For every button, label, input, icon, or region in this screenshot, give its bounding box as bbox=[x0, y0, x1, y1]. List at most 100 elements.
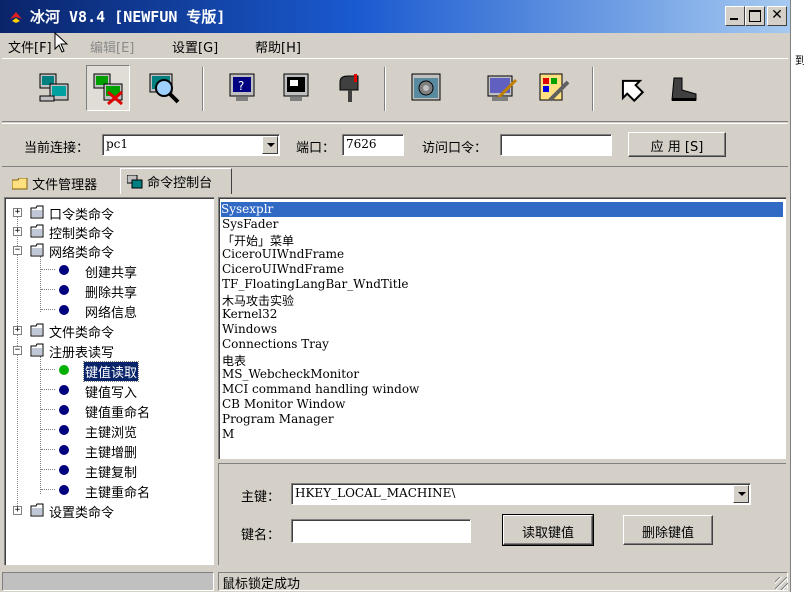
upload-icon bbox=[621, 79, 645, 103]
auto-connect-button[interactable] bbox=[32, 65, 76, 111]
port-input[interactable]: 7626 bbox=[342, 134, 404, 156]
tree-item[interactable]: 键值重命名 bbox=[41, 402, 201, 421]
disconnect-button[interactable] bbox=[86, 65, 130, 111]
upgrade-button[interactable] bbox=[608, 65, 652, 111]
list-item-selected[interactable]: Sysexplr bbox=[221, 202, 783, 217]
tree-item[interactable]: 主键增删 bbox=[41, 442, 201, 461]
command-bullet-icon bbox=[59, 425, 69, 435]
minimize-button[interactable] bbox=[725, 6, 745, 26]
tab-command-console[interactable]: 命令控制台 bbox=[120, 168, 232, 194]
list-item[interactable]: Program Manager bbox=[222, 412, 334, 427]
tree-item[interactable]: 网络信息 bbox=[41, 302, 201, 321]
list-item[interactable]: CiceroUIWndFrame bbox=[222, 247, 344, 262]
menu-file[interactable]: 文件[F] bbox=[8, 37, 52, 56]
menu-help[interactable]: 帮助[H] bbox=[255, 37, 301, 56]
key-name-input[interactable] bbox=[291, 519, 471, 543]
expand-icon[interactable]: + bbox=[13, 326, 22, 335]
resize-grip-icon[interactable] bbox=[775, 577, 788, 590]
list-item[interactable]: 「开始」菜单 bbox=[222, 232, 294, 248]
expand-icon[interactable]: + bbox=[13, 208, 22, 217]
port-value: 7626 bbox=[346, 137, 377, 151]
tree-item[interactable]: + 设置类命令 bbox=[5, 502, 205, 521]
port-label: 端口： bbox=[296, 141, 336, 156]
tree-item-label: 注册表读写 bbox=[49, 346, 115, 361]
chevron-down-icon[interactable] bbox=[262, 136, 278, 154]
password-input[interactable] bbox=[500, 134, 612, 156]
tree-item-selected[interactable]: 键值读取 bbox=[41, 361, 201, 382]
tree-item[interactable]: − 网络类命令 bbox=[5, 242, 205, 261]
menu-bar: 文件[F] 编辑[E] 设置[G] 帮助[H] bbox=[0, 34, 790, 56]
list-item[interactable]: Connections Tray bbox=[222, 337, 329, 352]
registry-panel: 主键： HKEY_LOCAL_MACHINE\ 键名： 读取键值 删除键值 bbox=[218, 463, 786, 565]
command-tree[interactable]: + 口令类命令 + 控制类命令 − 网络类命令 创建共享 删除共享 网络信息 +… bbox=[4, 197, 214, 565]
tree-line bbox=[41, 269, 55, 270]
current-connection-label: 当前连接： bbox=[24, 141, 90, 156]
command-bullet-icon bbox=[59, 385, 69, 395]
list-item[interactable]: 木马攻击实验 bbox=[222, 292, 294, 308]
delete-value-button[interactable]: 删除键值 bbox=[623, 515, 713, 545]
menu-edit[interactable]: 编辑[E] bbox=[90, 37, 134, 56]
tree-item[interactable]: − 注册表读写 bbox=[5, 342, 205, 361]
folder-icon bbox=[30, 224, 44, 238]
list-item[interactable]: CB Monitor Window bbox=[222, 397, 345, 412]
screen-control-button[interactable] bbox=[274, 65, 318, 111]
apply-button[interactable]: 应 用 [S] bbox=[628, 132, 726, 157]
search-host-button[interactable] bbox=[142, 65, 186, 111]
screen-capture-button[interactable]: ? bbox=[220, 65, 264, 111]
tree-item[interactable]: 主键复制 bbox=[41, 462, 201, 481]
read-value-button[interactable]: 读取键值 bbox=[502, 514, 594, 546]
list-item[interactable]: MCI command handling window bbox=[222, 382, 419, 397]
maximize-button[interactable] bbox=[745, 6, 765, 26]
tree-item[interactable]: 删除共享 bbox=[41, 282, 201, 301]
tree-item-label: 主键浏览 bbox=[85, 426, 138, 441]
tree-item[interactable]: 创建共享 bbox=[41, 262, 201, 281]
tab-file-manager[interactable]: 文件管理器 bbox=[8, 170, 120, 193]
tree-line bbox=[41, 389, 55, 390]
exit-button[interactable] bbox=[662, 65, 706, 111]
main-window: 冰河 V8.4 [NEWFUN 专版] ✕ 文件[F] 编辑[E] 设置[G] … bbox=[0, 0, 790, 592]
title-bar[interactable]: 冰河 V8.4 [NEWFUN 专版] ✕ bbox=[0, 0, 790, 33]
folder-open-icon bbox=[30, 243, 44, 257]
close-icon: ✕ bbox=[771, 7, 783, 23]
tree-item-label: 主键重命名 bbox=[85, 486, 151, 501]
expand-icon[interactable]: + bbox=[13, 227, 22, 236]
list-item[interactable]: 电表 bbox=[222, 352, 246, 368]
list-item[interactable]: SysFader bbox=[222, 217, 278, 232]
tree-item[interactable]: 键值写入 bbox=[41, 382, 201, 401]
tree-item[interactable]: + 文件类命令 bbox=[5, 322, 205, 341]
folder-icon bbox=[30, 205, 44, 219]
tree-item[interactable]: + 控制类命令 bbox=[5, 223, 205, 242]
list-item[interactable]: M bbox=[222, 427, 234, 442]
list-item[interactable]: CiceroUIWndFrame bbox=[222, 262, 344, 277]
tree-item[interactable]: 主键浏览 bbox=[41, 422, 201, 441]
menu-settings[interactable]: 设置[G] bbox=[172, 37, 218, 56]
chevron-down-icon[interactable] bbox=[733, 485, 749, 503]
tools-icon bbox=[539, 73, 570, 102]
server-settings-button[interactable] bbox=[404, 65, 448, 111]
host-dropdown[interactable]: pc1 bbox=[102, 134, 280, 156]
command-bullet-icon bbox=[59, 445, 69, 455]
list-item[interactable]: Kernel32 bbox=[222, 307, 277, 322]
main-key-dropdown[interactable]: HKEY_LOCAL_MACHINE\ bbox=[291, 483, 751, 505]
expand-icon[interactable]: + bbox=[13, 506, 22, 515]
mailbox-button[interactable] bbox=[328, 65, 372, 111]
tree-item[interactable]: 主键重命名 bbox=[41, 482, 201, 501]
tree-item-label: 键值重命名 bbox=[85, 406, 151, 421]
maximize-icon bbox=[749, 10, 761, 22]
list-item[interactable]: Windows bbox=[222, 322, 277, 337]
mouse-cursor-icon bbox=[54, 32, 69, 53]
collapse-icon[interactable]: − bbox=[13, 246, 22, 255]
close-button[interactable]: ✕ bbox=[767, 6, 787, 26]
tab-command-console-label: 命令控制台 bbox=[147, 176, 213, 191]
folder-open-icon bbox=[30, 343, 44, 357]
tree-item[interactable]: + 口令类命令 bbox=[5, 204, 205, 223]
collapse-icon[interactable]: − bbox=[13, 346, 22, 355]
server-config-button[interactable] bbox=[480, 65, 524, 111]
list-item[interactable]: MS_WebcheckMonitor bbox=[222, 367, 359, 382]
folder-icon bbox=[30, 323, 44, 337]
folder-icon bbox=[30, 503, 44, 517]
window-list[interactable]: Sysexplr SysFader 「开始」菜单 CiceroUIWndFram… bbox=[218, 197, 786, 459]
list-item[interactable]: TF_FloatingLangBar_WndTitle bbox=[222, 277, 409, 292]
tree-line bbox=[41, 289, 55, 290]
tools-button[interactable] bbox=[532, 65, 576, 111]
